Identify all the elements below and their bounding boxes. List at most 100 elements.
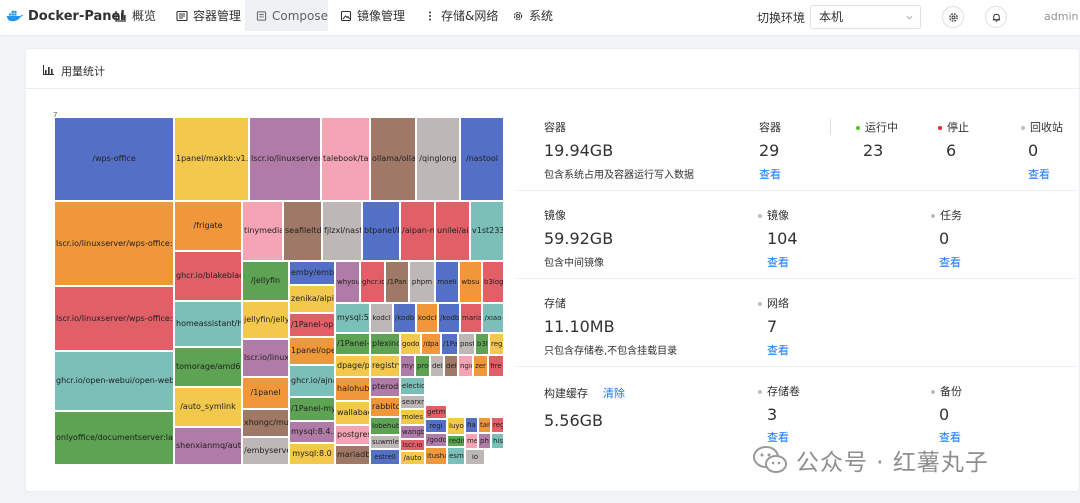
treemap-cell[interactable]: electio [400, 377, 425, 395]
treemap-cell[interactable]: b3l [475, 333, 489, 355]
treemap-cell[interactable]: /1Pa [441, 333, 458, 355]
treemap-cell[interactable]: ph [478, 433, 491, 449]
treemap-cell[interactable]: lscr.io [400, 439, 425, 451]
treemap-cell[interactable]: itusha [425, 447, 447, 465]
treemap-cell[interactable]: /wps-office [54, 117, 174, 201]
treemap-cell[interactable]: /1Panel-p [335, 333, 370, 355]
treemap-cell[interactable]: jellyfin/jellyfi [242, 301, 289, 339]
treemap-cell[interactable]: tinymedia [242, 201, 283, 261]
treemap-cell[interactable]: redis: [447, 435, 465, 447]
treemap-cell[interactable]: /1Pan [385, 261, 409, 303]
nav-item-containers[interactable]: 容器管理 [176, 0, 241, 31]
treemap-cell[interactable]: unilei/aip [435, 201, 470, 261]
treemap-cell[interactable]: fjlzxl/nast [322, 201, 362, 261]
treemap-cell[interactable]: lscr.io/linuxs [242, 339, 289, 377]
nav-item-overview[interactable]: 概览 [115, 0, 156, 31]
treemap-cell[interactable]: moles [400, 409, 425, 425]
treemap-cell[interactable]: zenika/alpin [289, 285, 335, 313]
treemap-cell[interactable]: suwmle [370, 435, 400, 449]
treemap-cell[interactable]: ollama/olla [370, 117, 416, 201]
nav-item-system[interactable]: 系统 [512, 0, 553, 31]
network-view-link[interactable]: 查看 [767, 342, 789, 358]
nav-item-images[interactable]: 镜像管理 [340, 0, 405, 31]
treemap-cell[interactable]: reg [491, 417, 504, 433]
env-select[interactable]: 本机 [810, 5, 921, 29]
treemap-cell[interactable]: /dpa [421, 333, 441, 355]
treemap-cell[interactable]: ha [465, 417, 478, 433]
settings-button[interactable] [942, 6, 964, 28]
treemap-cell[interactable]: searxn [400, 395, 425, 409]
treemap-cell[interactable]: regi [425, 419, 447, 433]
treemap-cell[interactable]: tails [478, 417, 491, 433]
treemap-cell[interactable]: moeli [435, 261, 459, 303]
treemap-cell[interactable]: zer [473, 355, 488, 377]
treemap-cell[interactable]: plexinc/ [370, 333, 400, 355]
treemap-cell[interactable]: getm [425, 405, 447, 419]
treemap-cell[interactable]: /auto [400, 451, 425, 465]
brand-logo[interactable]: Docker-Panel [6, 6, 125, 26]
treemap-cell[interactable]: /auto_symlink [174, 387, 242, 427]
treemap-cell[interactable]: phpm [409, 261, 435, 303]
nav-item-storage-network[interactable]: 存储&网络 [424, 0, 498, 31]
treemap-cell[interactable]: /aipan-n [400, 201, 435, 261]
treemap-cell[interactable]: wangb [400, 425, 425, 439]
treemap-cell[interactable]: rabbitco [370, 397, 400, 417]
treemap-cell[interactable]: /embyserver [242, 437, 289, 465]
treemap-cell[interactable]: ghcr.io/ajnar [289, 365, 335, 397]
treemap-cell[interactable]: dpage/pg [335, 355, 370, 377]
treemap-cell[interactable]: /godoos [425, 433, 447, 447]
treemap-cell[interactable]: ghcr.io [360, 261, 385, 303]
treemap-cell[interactable]: hisar [491, 433, 504, 449]
notification-button[interactable] [985, 6, 1007, 28]
treemap-cell[interactable]: mariadb [335, 445, 370, 465]
treemap-cell[interactable]: shenxianmq/auto [174, 427, 242, 465]
treemap-cell[interactable]: /kodb [393, 303, 416, 333]
treemap-cell[interactable]: emby/emby [289, 261, 335, 285]
treemap-cell[interactable]: maria [460, 303, 482, 333]
treemap-cell[interactable]: xhongc/musi [242, 409, 289, 437]
user-name[interactable]: admin [1044, 10, 1078, 23]
treemap-cell[interactable]: tomorage/amd64-l [174, 347, 242, 387]
treemap-cell[interactable]: godo [400, 333, 421, 355]
treemap-cell[interactable]: del [430, 355, 444, 377]
treemap-cell[interactable]: whyou [335, 261, 360, 303]
treemap-cell[interactable]: del [444, 355, 458, 377]
treemap-cell[interactable]: ghcr.io/blakeblack [174, 251, 242, 301]
treemap-cell[interactable]: postgres: [335, 425, 370, 445]
treemap-cell[interactable]: esmfs [447, 447, 465, 465]
treemap-cell[interactable]: me [465, 433, 478, 449]
treemap-cell[interactable]: talebook/tale [321, 117, 370, 201]
treemap-cell[interactable]: 1panel/maxkb:v1.5.1 [174, 117, 249, 201]
treemap-cell[interactable]: mysql:8.0 [289, 443, 335, 465]
container-view-link[interactable]: 查看 [759, 166, 781, 182]
treemap-cell[interactable]: kodcl [370, 303, 393, 333]
treemap-cell[interactable]: ghcr.io/open-webui/open-webui: [54, 351, 174, 411]
treemap-cell[interactable]: regi [489, 333, 504, 355]
treemap-cell[interactable]: io [465, 449, 485, 465]
treemap-cell[interactable]: luyo [447, 417, 465, 435]
treemap-cell[interactable]: seafileltd/s [283, 201, 322, 261]
treemap-cell[interactable]: /xiao [482, 303, 504, 333]
task-view-link[interactable]: 查看 [939, 254, 961, 270]
treemap-cell[interactable]: registry. [370, 355, 400, 377]
treemap-cell[interactable]: mysql:8.4.2 [289, 421, 335, 443]
treemap-cell[interactable]: /jellyfin [242, 261, 289, 301]
treemap-cell[interactable]: v1st233/i [470, 201, 504, 261]
treemap-cell[interactable]: pro [415, 355, 430, 377]
treemap-cell[interactable]: halohub/ [335, 377, 370, 401]
treemap-cell[interactable]: kodcl [416, 303, 438, 333]
recycle-view-link[interactable]: 查看 [1028, 166, 1050, 182]
treemap-cell[interactable]: /1panel [242, 377, 289, 409]
nav-item-compose[interactable]: Compose [245, 0, 328, 31]
treemap-cell[interactable]: fire [488, 355, 504, 377]
treemap-cell[interactable]: mys [400, 355, 415, 377]
treemap-cell[interactable]: lobehub [370, 417, 400, 435]
treemap-cell[interactable]: btpanel/b [362, 201, 400, 261]
treemap-cell[interactable]: wallabag/ [335, 401, 370, 425]
treemap-cell[interactable]: lscr.io/linuxserver/wps-office:chin [54, 201, 174, 286]
treemap-cell[interactable]: b3log [482, 261, 504, 303]
treemap-cell[interactable]: /qinglong [416, 117, 460, 201]
treemap-cell[interactable]: onlyoffice/documentserver:latest [54, 411, 174, 465]
treemap-cell[interactable]: post [458, 333, 475, 355]
treemap-cell[interactable]: /1Panel-mys [289, 397, 335, 421]
